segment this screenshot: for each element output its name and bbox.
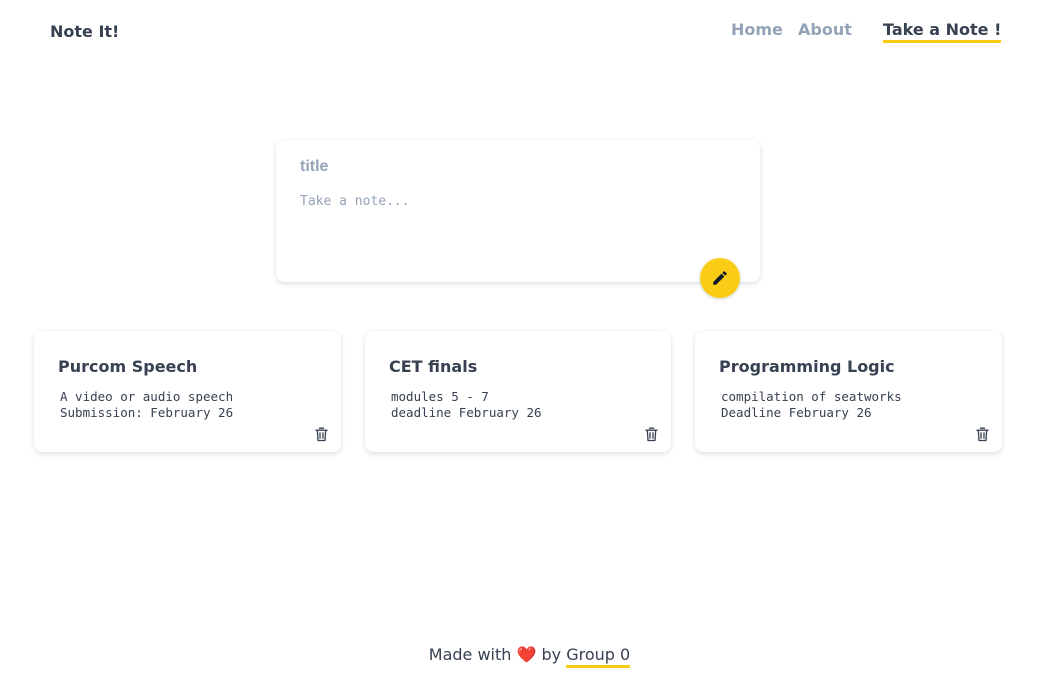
pencil-icon (713, 271, 727, 285)
note-card: Purcom Speech A video or audio speech Su… (34, 331, 341, 452)
note-body-line: modules 5 - 7 (391, 389, 489, 404)
note-body-line: Submission: February 26 (60, 405, 234, 420)
note-card: Programming Logic compilation of seatwor… (695, 331, 1002, 452)
delete-note-button[interactable] (974, 426, 990, 442)
heart-icon: ❤️ (516, 645, 537, 664)
note-body-line: compilation of seatworks (721, 389, 902, 404)
note-body-input[interactable] (300, 194, 730, 254)
trash-icon (975, 427, 989, 441)
note-title: CET finals (389, 357, 478, 376)
note-body: modules 5 - 7 deadline February 26 (391, 389, 542, 421)
note-body-line: deadline February 26 (391, 405, 542, 420)
add-note-button[interactable] (700, 258, 740, 298)
note-title: Purcom Speech (58, 357, 198, 376)
note-body: compilation of seatworks Deadline Februa… (721, 389, 902, 421)
note-title-input[interactable] (300, 158, 720, 176)
nav-home-link[interactable]: Home (731, 20, 783, 39)
note-body-line: A video or audio speech (60, 389, 234, 404)
note-body-line: Deadline February 26 (721, 405, 872, 420)
delete-note-button[interactable] (313, 426, 329, 442)
delete-note-button[interactable] (643, 426, 659, 442)
footer-by: by (541, 645, 562, 664)
note-composer (276, 140, 760, 282)
footer: Made with ❤️ by Group 0 (0, 645, 1059, 668)
brand-logo[interactable]: Note It! (50, 22, 119, 41)
trash-icon (644, 427, 658, 441)
note-card: CET finals modules 5 - 7 deadline Februa… (365, 331, 671, 452)
note-title: Programming Logic (719, 357, 895, 376)
footer-made-with: Made with (428, 645, 512, 664)
nav-about-link[interactable]: About (798, 20, 852, 39)
footer-group-link[interactable]: Group 0 (566, 645, 631, 668)
trash-icon (314, 427, 328, 441)
nav-take-note-link[interactable]: Take a Note ! (883, 20, 1002, 43)
note-body: A video or audio speech Submission: Febr… (60, 389, 233, 421)
